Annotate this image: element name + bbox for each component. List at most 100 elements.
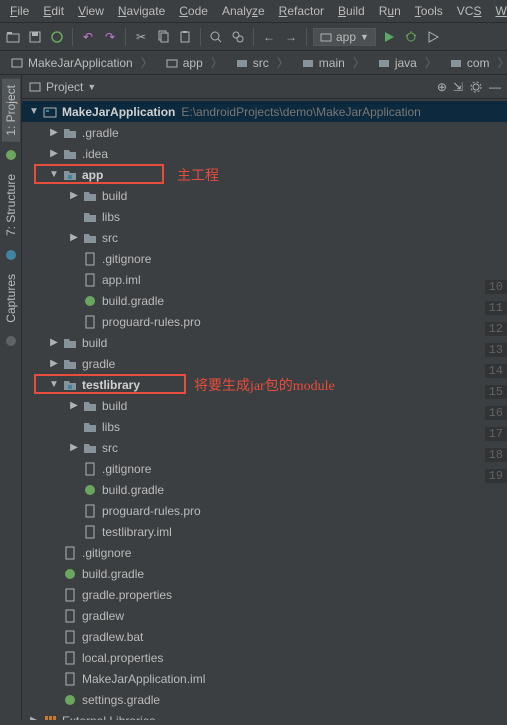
tree-item[interactable]: app.iml xyxy=(22,269,507,290)
run-config-selector[interactable]: app ▼ xyxy=(313,28,376,46)
folder-icon xyxy=(82,188,98,204)
attach-icon[interactable] xyxy=(424,28,442,46)
tree-item[interactable]: .gitignore xyxy=(22,542,507,563)
crumb-src[interactable]: src xyxy=(229,52,295,73)
project-tree[interactable]: ▼ MakeJarApplication E:\androidProjects\… xyxy=(22,99,507,720)
tree-label: gradle xyxy=(82,357,115,371)
menu-vcs[interactable]: VCS xyxy=(451,2,488,20)
tree-item[interactable]: ▶ .idea xyxy=(22,143,507,164)
folder-icon xyxy=(82,440,98,456)
tree-item[interactable]: ▶src xyxy=(22,227,507,248)
tree-item[interactable]: .gitignore xyxy=(22,248,507,269)
tree-root[interactable]: ▼ MakeJarApplication E:\androidProjects\… xyxy=(22,101,507,122)
copy-icon[interactable] xyxy=(154,28,172,46)
tree-item[interactable]: build.gradle xyxy=(22,290,507,311)
tab-captures[interactable]: Captures xyxy=(2,268,20,329)
forward-icon[interactable]: → xyxy=(282,28,300,46)
tree-item[interactable]: proguard-rules.pro xyxy=(22,311,507,332)
tree-item[interactable]: ▶build xyxy=(22,395,507,416)
menu-view[interactable]: View xyxy=(72,2,110,20)
tree-label: build xyxy=(82,336,107,350)
tab-project[interactable]: 1: Project xyxy=(2,79,20,142)
expand-icon[interactable]: ▶ xyxy=(46,337,62,348)
back-icon[interactable]: ← xyxy=(260,28,278,46)
expand-icon[interactable]: ▼ xyxy=(26,106,42,117)
expand-icon[interactable]: ▼ xyxy=(46,169,62,180)
tree-item[interactable]: libs xyxy=(22,206,507,227)
tree-item[interactable]: proguard-rules.pro xyxy=(22,500,507,521)
tab-structure[interactable]: 7: Structure xyxy=(2,168,20,242)
expand-icon[interactable]: ▶ xyxy=(26,715,42,720)
menu-code[interactable]: Code xyxy=(173,2,214,20)
debug-icon[interactable] xyxy=(402,28,420,46)
tree-item[interactable]: .gitignore xyxy=(22,458,507,479)
expand-icon[interactable]: ▶ xyxy=(66,442,82,453)
folder-icon xyxy=(82,230,98,246)
tree-item[interactable]: MakeJarApplication.iml xyxy=(22,668,507,689)
gutter-dot-blue[interactable] xyxy=(6,250,16,260)
tree-item[interactable]: gradlew.bat xyxy=(22,626,507,647)
collapse-all-icon[interactable]: ⇲ xyxy=(453,80,463,94)
gutter-dot-green[interactable] xyxy=(6,150,16,160)
save-icon[interactable] xyxy=(26,28,44,46)
module-icon xyxy=(62,377,78,393)
expand-icon[interactable]: ▶ xyxy=(46,127,62,138)
cut-icon[interactable]: ✂ xyxy=(132,28,150,46)
tree-item-testlibrary[interactable]: ▼ testlibrary xyxy=(22,374,507,395)
tree-label: .idea xyxy=(82,147,108,161)
expand-icon[interactable]: ▶ xyxy=(46,148,62,159)
tree-item-external[interactable]: ▶External Libraries xyxy=(22,710,507,720)
tree-path: E:\androidProjects\demo\MakeJarApplicati… xyxy=(181,105,420,119)
tree-item[interactable]: ▶src xyxy=(22,437,507,458)
menu-window[interactable]: Wi xyxy=(489,2,507,20)
tree-item[interactable]: libs xyxy=(22,416,507,437)
redo-icon[interactable]: ↷ xyxy=(101,28,119,46)
expand-icon[interactable]: ▼ xyxy=(46,379,62,390)
tree-item[interactable]: testlibrary.iml xyxy=(22,521,507,542)
tree-label: build xyxy=(102,189,127,203)
menu-refactor[interactable]: Refactor xyxy=(273,2,330,20)
gutter-dot-grey[interactable] xyxy=(6,336,16,346)
tree-item[interactable]: gradle.properties xyxy=(22,584,507,605)
menu-edit[interactable]: Edit xyxy=(37,2,70,20)
tree-label: libs xyxy=(102,420,120,434)
replace-icon[interactable] xyxy=(229,28,247,46)
expand-icon[interactable]: ▶ xyxy=(66,232,82,243)
crumb-main[interactable]: main xyxy=(295,52,371,73)
tree-item[interactable]: ▶ build xyxy=(22,332,507,353)
tree-item[interactable]: local.properties xyxy=(22,647,507,668)
tree-item[interactable]: ▶ build xyxy=(22,185,507,206)
scroll-from-source-icon[interactable]: ⊕ xyxy=(437,80,447,94)
paste-icon[interactable] xyxy=(176,28,194,46)
menu-tools[interactable]: Tools xyxy=(409,2,449,20)
run-icon[interactable] xyxy=(380,28,398,46)
expand-icon[interactable]: ▶ xyxy=(46,358,62,369)
crumb-root[interactable]: MakeJarApplication xyxy=(4,52,159,73)
tree-item[interactable]: ▶ .gradle xyxy=(22,122,507,143)
sync-icon[interactable] xyxy=(48,28,66,46)
tree-label: libs xyxy=(102,210,120,224)
tree-item[interactable]: build.gradle xyxy=(22,479,507,500)
expand-icon[interactable]: ▶ xyxy=(66,190,82,201)
crumb-app[interactable]: app xyxy=(159,52,229,73)
undo-icon[interactable]: ↶ xyxy=(79,28,97,46)
expand-icon[interactable]: ▶ xyxy=(66,400,82,411)
chevron-down-icon[interactable]: ▼ xyxy=(87,82,96,92)
file-icon xyxy=(62,587,78,603)
tree-item[interactable]: settings.gradle xyxy=(22,689,507,710)
tree-item[interactable]: gradlew xyxy=(22,605,507,626)
menu-build[interactable]: Build xyxy=(332,2,371,20)
open-icon[interactable] xyxy=(4,28,22,46)
menu-file[interactable]: File xyxy=(4,2,35,20)
menu-navigate[interactable]: Navigate xyxy=(112,2,171,20)
tree-item-app[interactable]: ▼ app xyxy=(22,164,507,185)
crumb-com[interactable]: com xyxy=(443,52,507,73)
gear-icon[interactable] xyxy=(469,80,483,94)
menu-run[interactable]: Run xyxy=(373,2,407,20)
crumb-java[interactable]: java xyxy=(371,52,443,73)
hide-icon[interactable]: — xyxy=(489,80,501,94)
find-icon[interactable] xyxy=(207,28,225,46)
tree-item[interactable]: ▶ gradle xyxy=(22,353,507,374)
tree-item[interactable]: build.gradle xyxy=(22,563,507,584)
menu-analyze[interactable]: Analyze xyxy=(216,2,271,20)
